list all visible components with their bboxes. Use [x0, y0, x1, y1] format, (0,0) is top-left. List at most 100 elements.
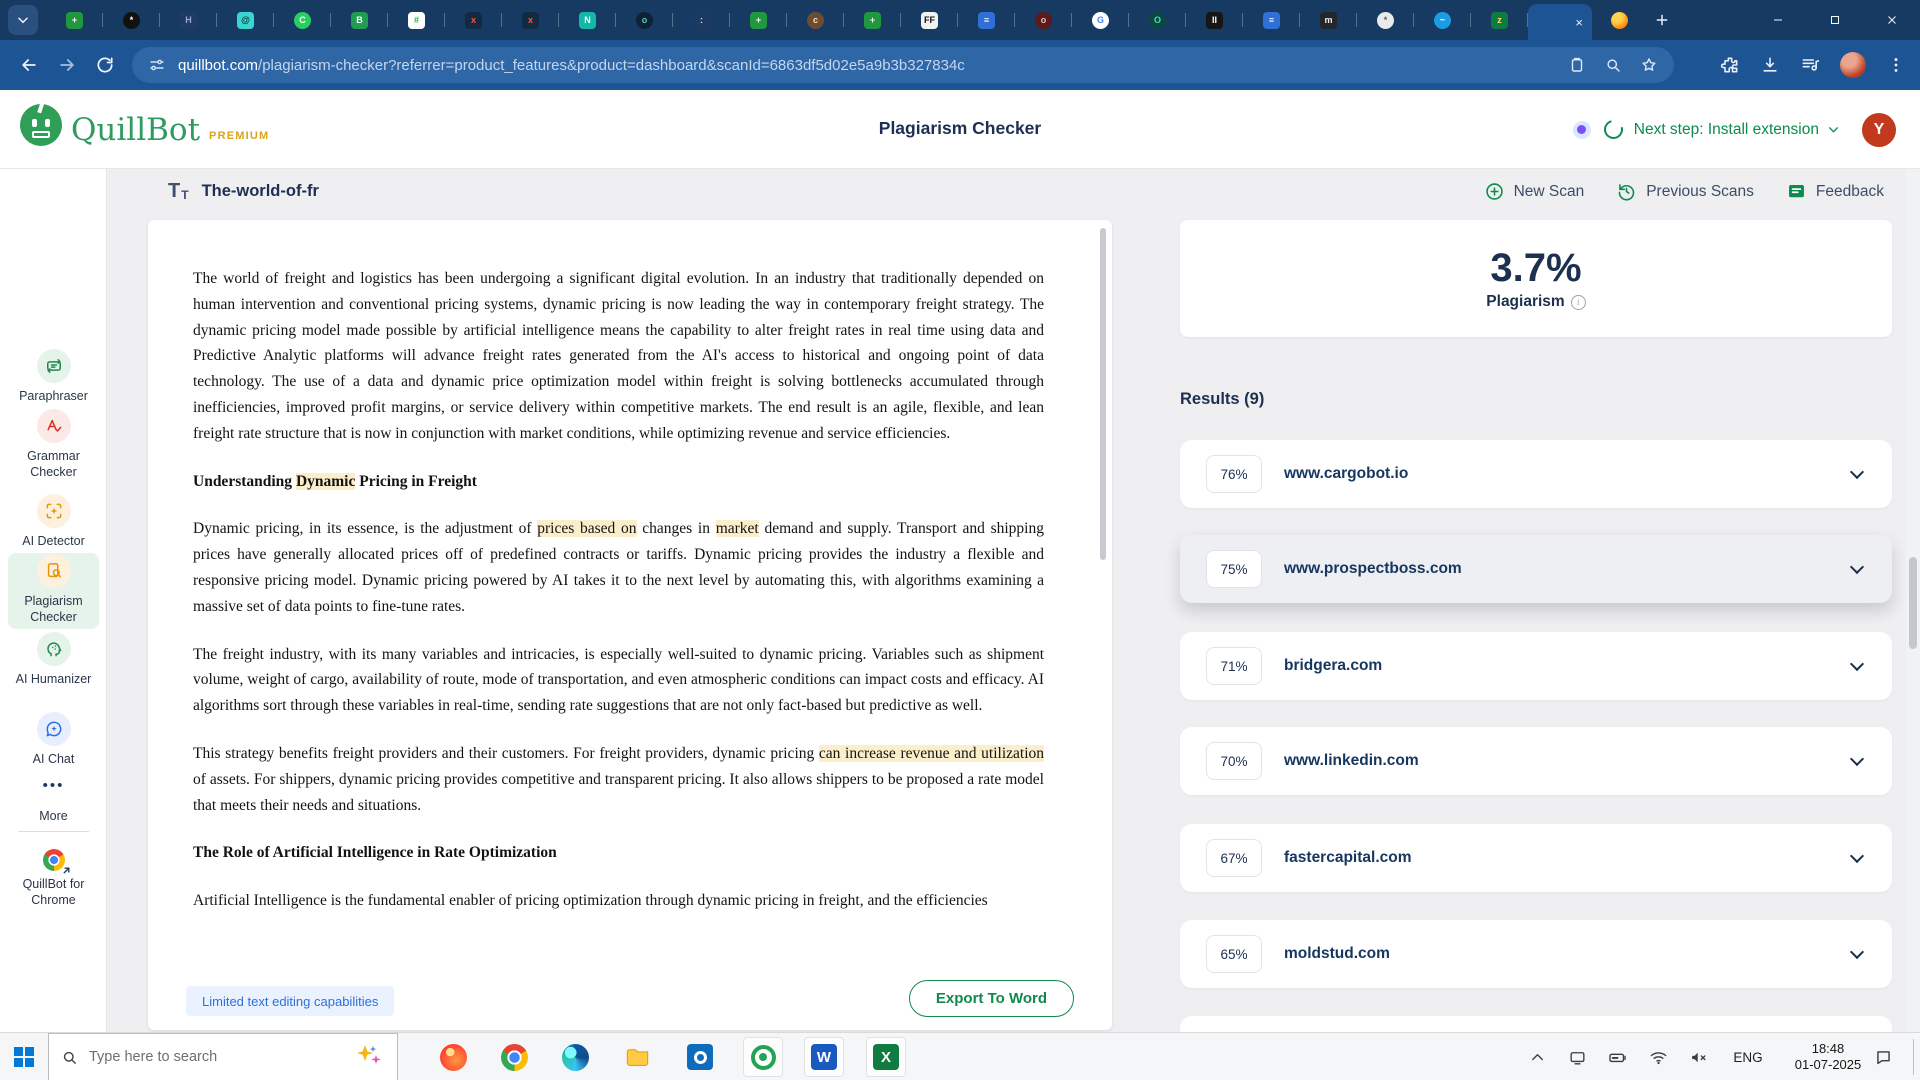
- pinned-tab[interactable]: N: [559, 0, 616, 40]
- notification-center-icon[interactable]: [1872, 1046, 1894, 1068]
- sidebar-item-more[interactable]: ••• More: [6, 769, 101, 824]
- downloads-icon[interactable]: [1760, 55, 1780, 75]
- pinned-tab[interactable]: :: [673, 0, 730, 40]
- plagiarism-highlight[interactable]: Dynamic: [296, 473, 355, 490]
- pinned-tab[interactable]: +: [46, 0, 103, 40]
- outlook-taskbar-button[interactable]: [680, 1039, 720, 1075]
- taskbar-search-box[interactable]: Type here to search: [48, 1033, 398, 1080]
- document-title[interactable]: The-world-of-fr: [202, 182, 319, 201]
- pinned-tab[interactable]: +: [730, 0, 787, 40]
- pinned-tab[interactable]: ~: [1414, 0, 1471, 40]
- volume-muted-icon[interactable]: [1687, 1046, 1709, 1068]
- pinned-tab[interactable]: O: [1129, 0, 1186, 40]
- excel-taskbar-button[interactable]: X: [866, 1037, 906, 1077]
- chevron-down-icon[interactable]: [1850, 465, 1864, 479]
- pinned-tab[interactable]: ≡: [1243, 0, 1300, 40]
- pinned-tab[interactable]: c: [787, 0, 844, 40]
- pinned-tab[interactable]: H: [160, 0, 217, 40]
- sidebar-item-ai-humanizer[interactable]: AI Humanizer: [6, 632, 101, 687]
- chevron-down-icon[interactable]: [1850, 752, 1864, 766]
- pinned-tab[interactable]: o: [616, 0, 673, 40]
- pinned-tab[interactable]: +: [844, 0, 901, 40]
- user-avatar[interactable]: Y: [1862, 113, 1896, 147]
- new-tab-button[interactable]: [1646, 4, 1678, 36]
- address-bar[interactable]: quillbot.com/plagiarism-checker?referrer…: [132, 47, 1674, 83]
- result-card[interactable]: 67%fastercapital.com: [1180, 824, 1892, 892]
- site-settings-icon[interactable]: [148, 56, 166, 74]
- battery-icon[interactable]: [1606, 1046, 1628, 1068]
- plagiarism-highlight[interactable]: prices based on: [537, 520, 636, 537]
- next-step-link[interactable]: Next step: Install extension: [1634, 121, 1819, 139]
- pinned-tab[interactable]: II: [1186, 0, 1243, 40]
- pinned-tab[interactable]: @: [217, 0, 274, 40]
- pinned-tab[interactable]: C: [274, 0, 331, 40]
- pinned-tab[interactable]: *: [103, 0, 160, 40]
- source-domain[interactable]: fastercapital.com: [1284, 849, 1412, 867]
- edge-taskbar-button[interactable]: [555, 1039, 595, 1075]
- show-desktop-button[interactable]: [1913, 1039, 1914, 1075]
- feedback-button[interactable]: Feedback: [1786, 181, 1884, 202]
- sidebar-item-ai-detector[interactable]: AI Detector: [6, 494, 101, 549]
- word-taskbar-button[interactable]: W: [804, 1037, 844, 1077]
- pinned-tab[interactable]: o: [1015, 0, 1072, 40]
- pinned-tab[interactable]: ≡: [958, 0, 1015, 40]
- document-text[interactable]: The world of freight and logistics has b…: [193, 266, 1044, 968]
- source-domain[interactable]: www.prospectboss.com: [1284, 560, 1462, 578]
- url-text[interactable]: quillbot.com/plagiarism-checker?referrer…: [178, 57, 1550, 74]
- sidebar-item-grammar-checker[interactable]: Grammar Checker: [6, 409, 101, 480]
- new-scan-button[interactable]: New Scan: [1484, 181, 1585, 202]
- pinned-tab[interactable]: x: [502, 0, 559, 40]
- source-domain[interactable]: bridgera.com: [1284, 657, 1382, 675]
- source-domain[interactable]: moldstud.com: [1284, 945, 1390, 963]
- pinned-tab[interactable]: #: [388, 0, 445, 40]
- pinned-tab[interactable]: G: [1072, 0, 1129, 40]
- sidebar-item-ai-chat[interactable]: AI Chat: [6, 712, 101, 767]
- zoom-icon[interactable]: [1604, 56, 1622, 74]
- screen-recorder-taskbar-button[interactable]: [743, 1037, 783, 1077]
- chrome-taskbar-button[interactable]: [494, 1039, 534, 1075]
- maximize-button[interactable]: [1806, 0, 1863, 40]
- chevron-down-icon[interactable]: [1850, 945, 1864, 959]
- file-explorer-taskbar-button[interactable]: [617, 1039, 657, 1075]
- media-queue-icon[interactable]: [1800, 55, 1820, 75]
- sidebar-item-plagiarism-checker[interactable]: Plagiarism Checker: [6, 554, 101, 625]
- result-card[interactable]: 71%bridgera.com: [1180, 632, 1892, 700]
- chevron-down-icon[interactable]: [1827, 123, 1840, 136]
- result-card[interactable]: 75%www.prospectboss.com: [1180, 535, 1892, 603]
- clipboard-icon[interactable]: [1568, 56, 1586, 74]
- info-icon[interactable]: i: [1571, 295, 1586, 310]
- tab-search-button[interactable]: [8, 5, 38, 35]
- plagiarism-highlight[interactable]: can increase revenue and utilization: [819, 745, 1044, 762]
- start-button[interactable]: [0, 1033, 48, 1080]
- pinned-tab[interactable]: x: [445, 0, 502, 40]
- source-domain[interactable]: www.linkedin.com: [1284, 752, 1419, 770]
- page-scrollbar-thumb[interactable]: [1909, 557, 1917, 649]
- active-tab[interactable]: ×: [1528, 4, 1592, 40]
- close-window-button[interactable]: [1863, 0, 1920, 40]
- pinned-tab[interactable]: m: [1300, 0, 1357, 40]
- sidebar-item-quillbot-for-chrome[interactable]: QuillBot for Chrome: [6, 849, 101, 908]
- pinned-tab[interactable]: B: [331, 0, 388, 40]
- close-tab-icon[interactable]: ×: [1575, 16, 1583, 29]
- tray-chevron-up-icon[interactable]: [1526, 1046, 1548, 1068]
- browser-menu-icon[interactable]: [1886, 55, 1906, 75]
- result-card-partial[interactable]: [1180, 1016, 1892, 1032]
- pinned-tab[interactable]: FF: [901, 0, 958, 40]
- chevron-down-icon[interactable]: [1850, 657, 1864, 671]
- bookmark-star-icon[interactable]: [1640, 56, 1658, 74]
- pinned-tab[interactable]: z: [1471, 0, 1528, 40]
- previous-scans-button[interactable]: Previous Scans: [1616, 181, 1754, 202]
- tray-clock[interactable]: 18:48 01-07-2025: [1782, 1033, 1874, 1080]
- document-scrollbar-thumb[interactable]: [1100, 228, 1106, 560]
- sidebar-item-paraphraser[interactable]: Paraphraser: [6, 349, 101, 404]
- chevron-down-icon[interactable]: [1850, 560, 1864, 574]
- background-tab[interactable]: [1592, 0, 1646, 40]
- pinned-tab[interactable]: *: [1357, 0, 1414, 40]
- result-card[interactable]: 70%www.linkedin.com: [1180, 727, 1892, 795]
- minimize-button[interactable]: [1749, 0, 1806, 40]
- wifi-icon[interactable]: [1647, 1046, 1669, 1068]
- source-domain[interactable]: www.cargobot.io: [1284, 465, 1408, 483]
- extensions-icon[interactable]: [1720, 55, 1740, 75]
- plagiarism-highlight[interactable]: market: [716, 520, 759, 537]
- firefox-taskbar-button[interactable]: [433, 1039, 473, 1075]
